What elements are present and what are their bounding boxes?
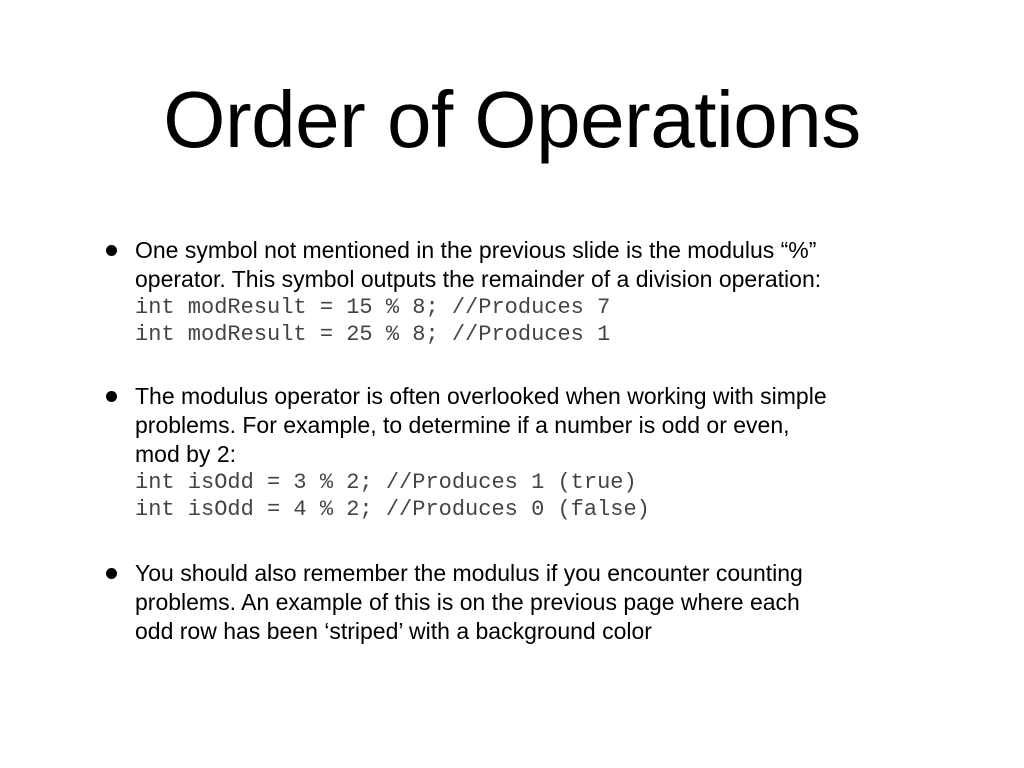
bullet-line: odd row has been ‘striped’ with a backgr… [135, 618, 652, 644]
bullet-text: The modulus operator is often overlooked… [135, 382, 935, 523]
bullet-text: You should also remember the modulus if … [135, 559, 935, 646]
code-line: int modResult = 15 % 8; //Produces 7 [135, 295, 611, 320]
bullet-line: One symbol not mentioned in the previous… [135, 237, 817, 263]
bullet-text: One symbol not mentioned in the previous… [135, 236, 935, 348]
code-line: int isOdd = 4 % 2; //Produces 0 (false) [135, 497, 650, 522]
bullet-dot-icon [106, 245, 117, 256]
bullet-line: mod by 2: [135, 441, 236, 467]
bullet-dot-icon [106, 568, 117, 579]
bullet-line: problems. An example of this is on the p… [135, 589, 800, 615]
code-line: int modResult = 25 % 8; //Produces 1 [135, 322, 611, 347]
bullet-line: operator. This symbol outputs the remain… [135, 266, 822, 292]
bullet-dot-icon [106, 391, 117, 402]
bullet-line: The modulus operator is often overlooked… [135, 383, 827, 409]
code-line: int isOdd = 3 % 2; //Produces 1 (true) [135, 470, 637, 495]
bullet-list: One symbol not mentioned in the previous… [0, 0, 1024, 768]
bullet-line: You should also remember the modulus if … [135, 560, 803, 586]
bullet-line: problems. For example, to determine if a… [135, 412, 790, 438]
slide: Order of Operations One symbol not menti… [0, 0, 1024, 768]
